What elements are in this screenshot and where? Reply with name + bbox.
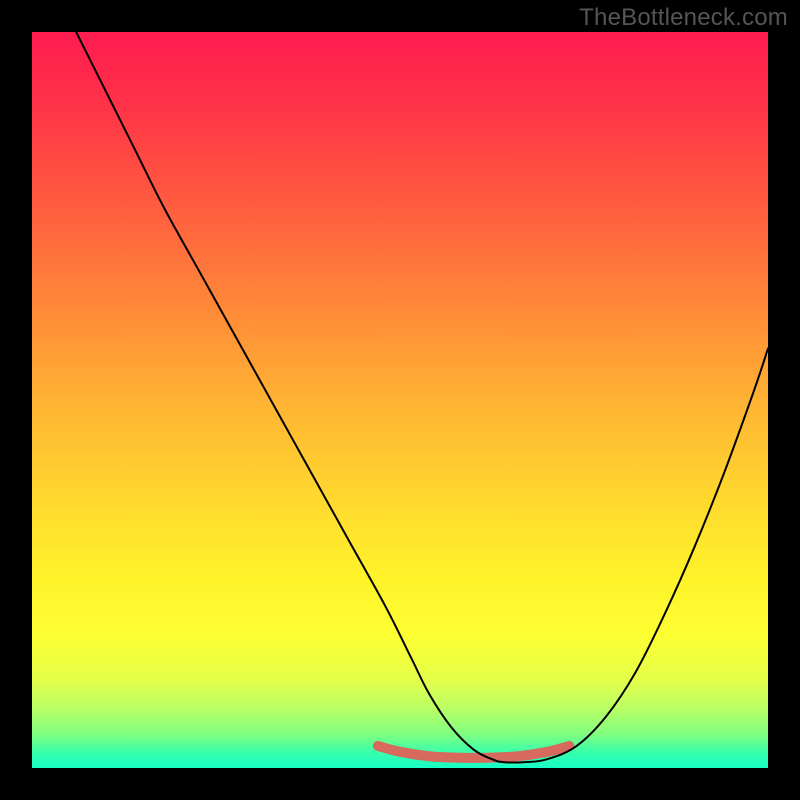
curve-overlay bbox=[32, 32, 768, 768]
main-curve-path bbox=[76, 32, 768, 763]
plot-area bbox=[32, 32, 768, 768]
chart-frame: TheBottleneck.com bbox=[0, 0, 800, 800]
watermark-text: TheBottleneck.com bbox=[579, 4, 788, 32]
bottom-band-path bbox=[378, 746, 569, 758]
